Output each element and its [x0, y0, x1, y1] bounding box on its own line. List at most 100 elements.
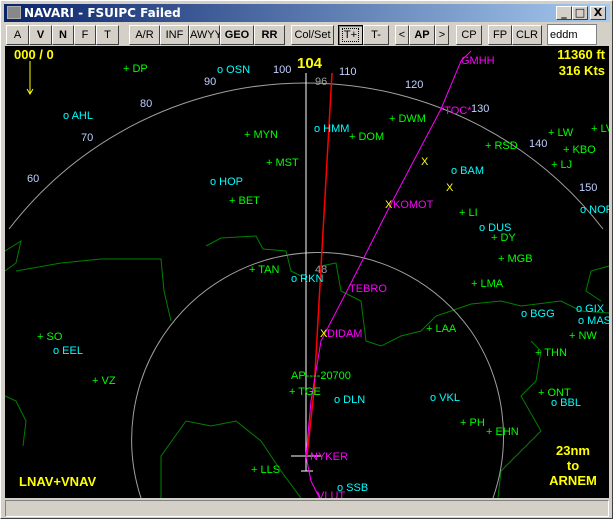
speed-readout: 316 Kts — [558, 63, 605, 78]
ndb-waypoint[interactable]: + DP — [123, 63, 148, 75]
toolbar-button-next[interactable]: > — [435, 25, 449, 45]
vor-waypoint[interactable]: o BAM — [451, 165, 484, 177]
route-wpt[interactable]: GMHH — [461, 55, 495, 67]
route-wpt[interactable]: DIDAM — [327, 328, 362, 340]
ndb-waypoint[interactable]: + BET — [229, 195, 260, 207]
route-wpt[interactable]: TEBRO — [349, 283, 387, 295]
app-window: NAVARI - FSUIPC Failed _ □ X A V N F T A… — [0, 0, 613, 519]
tplus-label: T+ — [341, 28, 360, 42]
vor-waypoint[interactable]: o HOP — [210, 176, 243, 188]
route-wpt[interactable]: *TOC* — [440, 105, 472, 117]
distance-value: 23nm — [556, 443, 590, 458]
ndb-waypoint[interactable]: + DOM — [349, 131, 384, 143]
toolbar-button-cp[interactable]: CP — [456, 25, 482, 45]
svg-text:X: X — [385, 199, 393, 211]
tick-label: 110 — [339, 66, 357, 78]
toolbar-button-t[interactable]: T — [96, 25, 119, 45]
destination: ARNEM — [549, 473, 597, 488]
title-bar: NAVARI - FSUIPC Failed _ □ X — [4, 4, 610, 22]
vor-waypoint[interactable]: o GIX — [576, 303, 605, 315]
toolbar-button-tminus[interactable]: T- — [363, 25, 389, 45]
toolbar-button-f[interactable]: F — [74, 25, 96, 45]
window-title: NAVARI - FSUIPC Failed — [24, 6, 181, 20]
toolbar-button-geo[interactable]: GEO — [220, 25, 254, 45]
ndb-waypoint[interactable]: + MYN — [244, 129, 278, 141]
svg-text:X: X — [421, 156, 429, 168]
altitude-readout: 11360 ft — [557, 47, 605, 62]
navigation-map[interactable]: 60 70 80 90 100 110 120 130 140 150 96 4… — [5, 46, 609, 498]
tick-label: 100 — [273, 64, 291, 76]
toolbar-button-awy[interactable]: AWYY — [189, 25, 222, 45]
ndb-waypoint[interactable]: + RSD — [485, 140, 518, 152]
ndb-waypoint[interactable]: + LW — [548, 127, 574, 139]
toolbar-button-prev[interactable]: < — [395, 25, 409, 45]
status-bar — [5, 500, 609, 517]
ndb-waypoint[interactable]: + TGE — [289, 386, 321, 398]
ndb-waypoint[interactable]: + PH — [460, 417, 485, 429]
ndb-waypoint[interactable]: + THN — [535, 347, 567, 359]
toolbar-button-ap[interactable]: AP — [409, 25, 435, 45]
svg-text:X: X — [446, 182, 454, 194]
tick-label: 130 — [471, 103, 489, 115]
toolbar-button-n[interactable]: N — [52, 25, 74, 45]
tick-label: 120 — [405, 79, 423, 91]
ndb-waypoint[interactable]: + TAN — [249, 264, 280, 276]
ndb-waypoint[interactable]: + LV — [591, 123, 609, 135]
toolbar-button-fp[interactable]: FP — [488, 25, 512, 45]
ndb-waypoint[interactable]: + NW — [569, 330, 597, 342]
ndb-waypoint[interactable]: + MST — [266, 157, 299, 169]
ndb-waypoint[interactable]: + MGB — [498, 253, 533, 265]
vor-waypoint[interactable]: o VKL — [430, 392, 460, 404]
nav-mode: LNAV+VNAV — [19, 474, 97, 489]
maximize-button[interactable]: □ — [572, 6, 588, 20]
vor-waypoint[interactable]: o EEL — [53, 345, 83, 357]
tick-label: 60 — [27, 173, 39, 185]
vor-labels: o OSN o AHL o HMM o HOP o BAM o DUS o NOR o BGG… — [53, 64, 609, 494]
toolbar-button-v[interactable]: V — [29, 25, 52, 45]
vor-waypoint[interactable]: o RKN — [291, 273, 323, 285]
ndb-waypoint[interactable]: + EHN — [486, 426, 519, 438]
vor-waypoint[interactable]: o NOR — [580, 204, 609, 216]
minimize-button[interactable]: _ — [556, 6, 572, 20]
svg-text:X: X — [320, 328, 328, 340]
compass-ticks: 60 70 80 90 100 110 120 130 140 150 96 4… — [27, 64, 597, 276]
ap-altitude-marker: AP----20700 — [291, 370, 351, 382]
toolbar-button-clr[interactable]: CLR — [512, 25, 542, 45]
vor-waypoint[interactable]: o MAS — [578, 315, 609, 327]
ndb-waypoint[interactable]: + KBO — [563, 144, 596, 156]
airport-input[interactable] — [547, 24, 597, 45]
route-wpt[interactable]: KOMOT — [393, 199, 434, 211]
toolbar-button-tplus[interactable]: T+ — [338, 25, 363, 45]
toolbar-button-a[interactable]: A — [6, 25, 29, 45]
toolbar-button-inf[interactable]: INF — [160, 25, 189, 45]
vor-waypoint[interactable]: o OSN — [217, 64, 250, 76]
ndb-waypoint[interactable]: + LAA — [426, 323, 457, 335]
vor-waypoint[interactable]: o HMM — [314, 123, 349, 135]
toolbar-button-rr[interactable]: RR — [254, 25, 285, 45]
heading-readout: 104 — [297, 55, 323, 72]
map-canvas: 60 70 80 90 100 110 120 130 140 150 96 4… — [5, 50, 609, 498]
ndb-waypoint[interactable]: + LLS — [251, 464, 280, 476]
close-button[interactable]: X — [590, 6, 606, 20]
vor-waypoint[interactable]: o BBL — [551, 397, 581, 409]
tick-label: 90 — [204, 76, 216, 88]
distance-info: 23nm to ARNEM — [543, 443, 603, 488]
ndb-waypoint[interactable]: + VZ — [92, 375, 116, 387]
route-wpt[interactable]: VLUT — [317, 490, 345, 498]
toolbar-button-ar[interactable]: A/R — [129, 25, 160, 45]
vor-waypoint[interactable]: o AHL — [63, 110, 93, 122]
wind-readout: 000 / 0 — [14, 47, 54, 62]
ndb-waypoint[interactable]: + LMA — [471, 278, 504, 290]
vor-waypoint[interactable]: o BGG — [521, 308, 555, 320]
tick-label: 150 — [579, 182, 597, 194]
ndb-waypoint[interactable]: + DWM — [389, 113, 426, 125]
vor-waypoint[interactable]: o DLN — [334, 394, 365, 406]
ndb-waypoint[interactable]: + LJ — [551, 159, 572, 171]
route-wpt[interactable]: NYKER — [310, 451, 348, 463]
ndb-waypoint[interactable]: + LI — [459, 207, 478, 219]
fix-markers: X X X X — [320, 156, 454, 340]
app-icon — [7, 6, 21, 19]
toolbar-button-colset[interactable]: Col/Set — [291, 25, 334, 45]
ndb-waypoint[interactable]: + SO — [37, 331, 63, 343]
vor-waypoint[interactable]: o DUS — [479, 222, 511, 234]
